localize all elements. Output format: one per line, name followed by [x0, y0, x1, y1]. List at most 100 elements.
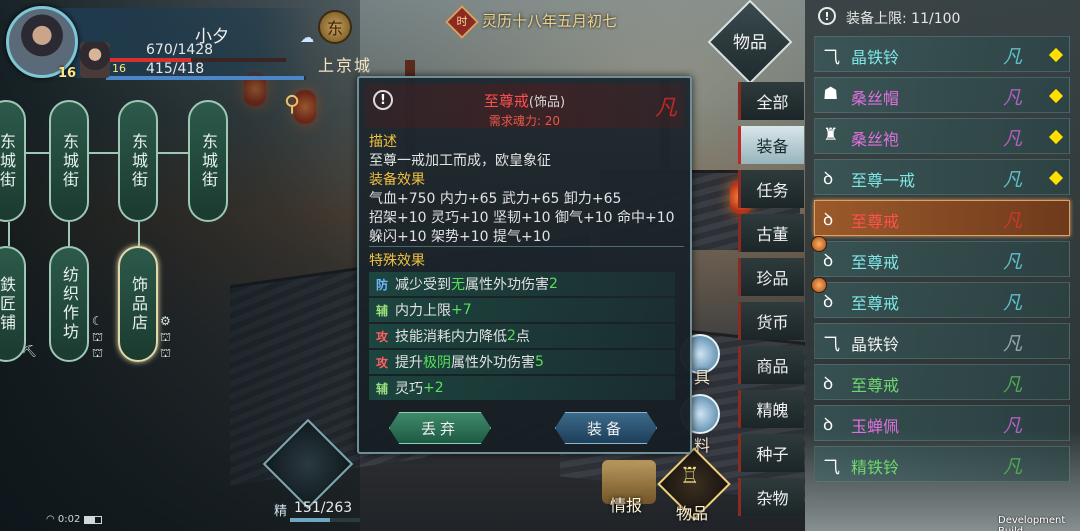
item-name: 桑丝袍 [851, 130, 900, 149]
effect-text: +2 [423, 380, 444, 396]
inventory-item[interactable]: ⺄精铁铃 凡 [814, 446, 1070, 482]
category-tab[interactable]: 货币 [738, 302, 804, 340]
ring-icon: ꝺ [823, 292, 834, 312]
item-name: 至尊戒 [851, 294, 900, 313]
effect-type-tag: 辅 [375, 303, 388, 318]
special-effect-row: 辅灵巧 +2 [369, 376, 675, 400]
info-icon[interactable]: ! [818, 7, 836, 25]
special-effect-title: 特殊效果 [369, 253, 425, 269]
companion-avatar[interactable] [80, 42, 110, 78]
pendant-icon: ꝺ [823, 415, 834, 435]
effect-text: 极阴 [423, 355, 451, 371]
category-tab[interactable]: 全部 [738, 82, 804, 120]
mp-bar-fill [106, 76, 304, 80]
effect-text: 点 [515, 329, 530, 345]
effect-type-tag: 辅 [375, 381, 388, 396]
inventory-item[interactable]: ꝺ 至尊戒 凡 [811, 236, 1070, 277]
item-grade: 凡 [1003, 210, 1023, 232]
inventory-item[interactable]: ꝺ 至尊戒 凡 [814, 364, 1070, 400]
item-name: 至尊戒 [851, 376, 900, 395]
inventory-item[interactable]: ♜ 桑丝袍 凡 [814, 118, 1070, 154]
build-label: Development Build [998, 515, 1066, 531]
map-node-east-street[interactable]: 东城街 [188, 100, 228, 222]
item-grade: 凡 [1003, 333, 1023, 355]
map-node-east-street[interactable]: 东城街 [0, 100, 26, 222]
item-name: 至尊戒 [483, 92, 529, 110]
mp-bar-track [106, 76, 306, 80]
discard-button[interactable]: 丢弃 [389, 412, 491, 444]
spirit-value: 151/263 [294, 500, 353, 516]
effect-text: 属性外功伤害 [451, 355, 535, 371]
map-node-east-street[interactable]: 东城街 [118, 100, 158, 222]
item-grade: 凡 [1003, 456, 1023, 478]
inventory-item[interactable]: ⺄晶铁铃 凡 [814, 36, 1070, 72]
description-text: 至尊一戒加工而成，欧皇象征 [369, 153, 551, 169]
anvil-icon: ⛫ [92, 330, 104, 344]
map-node-textile-workshop[interactable]: 纺织作坊 [49, 246, 89, 362]
equip-effect-line: 气血+750 内力+65 武力+65 卸力+65 [369, 191, 622, 207]
item-grade: 凡 [1003, 169, 1023, 191]
category-tab[interactable]: 装备 [738, 126, 804, 164]
anvil-icon: ⛫ [160, 330, 172, 344]
magnifier-icon[interactable]: ⚲ [284, 92, 300, 117]
inventory-item[interactable]: ꝺ 至尊一戒 凡 [814, 159, 1070, 195]
location-emblem-char: 东 [326, 19, 343, 38]
map-node-jewelry-shop[interactable]: 饰品店 [118, 246, 158, 362]
inventory-item[interactable]: ⺄晶铁铃 凡 [814, 323, 1070, 359]
companion-level: 16 [112, 62, 126, 75]
inventory-item[interactable]: ꝺ 玉蝉佩 凡 [814, 405, 1070, 441]
equipped-marker-icon [1048, 88, 1064, 104]
pickaxe-icon: ⛏ [22, 344, 38, 358]
equip-effect-line: 招架+10 灵巧+10 坚韧+10 御气+10 命中+10 [369, 210, 675, 226]
clock-time: 0:02 [57, 514, 81, 525]
inventory-item[interactable]: ꝺ 至尊戒 凡 [811, 277, 1070, 318]
item-name: 晶铁铃 [851, 335, 900, 354]
equipped-marker-icon [1048, 170, 1064, 186]
anvil-icon: ⛫ [160, 346, 172, 360]
map-path [68, 222, 70, 246]
anvil-icon: ⛫ [92, 346, 104, 360]
hp-value: 670/1428 [146, 42, 214, 58]
bell-icon: ⺄ [823, 335, 840, 355]
ring-icon: ꝺ [823, 210, 834, 230]
map-path [8, 222, 10, 246]
inventory-item[interactable]: ꝺ 至尊戒 凡 [814, 200, 1070, 236]
category-tab[interactable]: 古董 [738, 214, 804, 252]
item-type: (饰品) [528, 95, 566, 110]
map-path [138, 222, 140, 246]
category-tab[interactable]: 精魄 [738, 390, 804, 428]
item-grade: 凡 [1003, 87, 1023, 109]
category-tab[interactable]: 珍品 [738, 258, 804, 296]
intel-button[interactable]: 情报 [610, 492, 642, 516]
special-effect-row: 攻提升 极阴 属性外功伤害 5 [369, 350, 675, 374]
spirit-bar-track [290, 518, 360, 522]
inventory-item[interactable]: ☗ 桑丝帽 凡 [814, 77, 1070, 113]
category-tab[interactable]: 商品 [738, 346, 804, 384]
location-name: 上京城 [317, 56, 372, 75]
category-tab[interactable]: 杂物 [738, 478, 804, 516]
effect-text: 技能消耗内力降低 [395, 329, 507, 345]
bag-button[interactable]: 物品 [676, 500, 708, 524]
item-name: 至尊戒 [851, 253, 900, 272]
category-tab[interactable]: 任务 [738, 170, 804, 208]
item-grade: 凡 [655, 96, 678, 121]
special-effect-row: 攻技能消耗内力降低 2 点 [369, 324, 675, 348]
effect-text: 2 [549, 276, 558, 292]
bag-icon: ♖ [680, 464, 700, 489]
category-tab[interactable]: 种子 [738, 434, 804, 472]
ring-icon: ꝺ [823, 374, 834, 394]
ring-icon: ꝺ [823, 169, 834, 189]
map-node-east-street[interactable]: 东城街 [49, 100, 89, 222]
effect-text: 内力上限 [395, 303, 451, 319]
effect-text: 2 [507, 328, 516, 344]
mp-value: 415/418 [146, 61, 205, 77]
equip-button[interactable]: 装备 [555, 412, 657, 444]
item-grade: 凡 [1003, 292, 1023, 314]
wifi-time: ◠ 0:02 [46, 514, 80, 525]
item-grade: 凡 [1003, 251, 1023, 273]
effect-text: 属性外功伤害 [465, 277, 549, 293]
equipment-limit: 装备上限: 11/100 [846, 11, 961, 27]
location-emblem[interactable]: 东 [318, 10, 352, 44]
divider [369, 246, 684, 247]
item-name: 玉蝉佩 [851, 417, 900, 436]
